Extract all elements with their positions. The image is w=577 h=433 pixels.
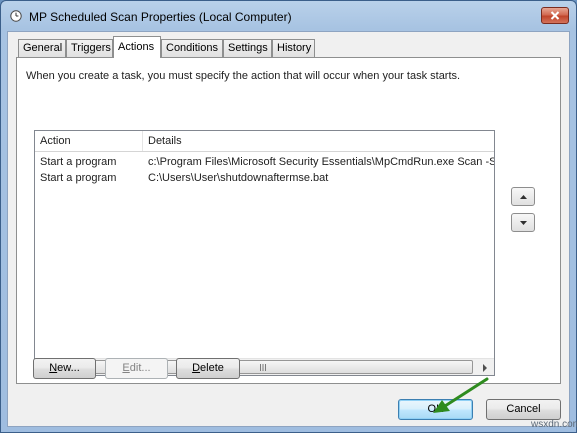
list-header: Action Details	[35, 131, 494, 152]
tab-actions[interactable]: Actions	[113, 36, 161, 58]
tab-settings[interactable]: Settings	[223, 39, 272, 57]
ok-button[interactable]: OK	[398, 399, 473, 420]
properties-window: MP Scheduled Scan Properties (Local Comp…	[0, 0, 577, 433]
window-title: MP Scheduled Scan Properties (Local Comp…	[29, 10, 292, 24]
scroll-right-button[interactable]	[477, 360, 493, 375]
row-details: C:\Users\User\shutdownaftermse.bat	[148, 172, 329, 184]
triangle-up-icon	[519, 194, 527, 199]
new-label-post: ew...	[57, 362, 80, 374]
edit-label-mnemonic: E	[122, 362, 130, 374]
tab-general[interactable]: General	[18, 39, 66, 57]
move-down-button[interactable]	[511, 213, 535, 232]
triangle-down-icon	[519, 220, 527, 225]
row-action: Start a program	[40, 172, 117, 184]
actions-tab-panel: When you create a task, you must specify…	[16, 57, 561, 384]
delete-action-button[interactable]: Delete	[176, 358, 240, 379]
title-bar[interactable]: MP Scheduled Scan Properties (Local Comp…	[1, 1, 576, 31]
close-button[interactable]	[541, 7, 569, 24]
new-label-mnemonic: N	[49, 362, 58, 374]
dialog-client: General Triggers Actions Conditions Sett…	[7, 31, 570, 427]
tab-triggers[interactable]: Triggers	[66, 39, 113, 57]
cancel-button[interactable]: Cancel	[486, 399, 561, 420]
close-icon	[550, 11, 560, 20]
delete-label-mnemonic: D	[192, 362, 201, 374]
clock-icon	[10, 10, 22, 22]
delete-label-post: elete	[200, 362, 224, 374]
actions-description: When you create a task, you must specify…	[26, 70, 461, 82]
table-row[interactable]: Start a program C:\Users\User\shutdownaf…	[35, 170, 494, 186]
tab-history[interactable]: History	[272, 39, 315, 57]
scroll-right-icon	[483, 363, 487, 372]
move-up-button[interactable]	[511, 187, 535, 206]
row-details: c:\Program Files\Microsoft Security Esse…	[148, 156, 495, 168]
column-header-details[interactable]: Details	[143, 131, 494, 151]
edit-action-button[interactable]: Edit...	[105, 358, 168, 379]
row-action: Start a program	[40, 156, 117, 168]
new-action-button[interactable]: New...	[33, 358, 96, 379]
watermark-text: wsxdn.com	[531, 419, 577, 430]
column-header-action[interactable]: Action	[35, 131, 143, 151]
table-row[interactable]: Start a program c:\Program Files\Microso…	[35, 154, 494, 170]
edit-label-post: dit...	[129, 362, 151, 374]
horizontal-scrollbar[interactable]	[35, 358, 494, 375]
tab-conditions[interactable]: Conditions	[161, 39, 223, 57]
actions-list[interactable]: Action Details Start a program c:\Progra…	[34, 130, 495, 376]
grip-icon	[259, 363, 266, 371]
